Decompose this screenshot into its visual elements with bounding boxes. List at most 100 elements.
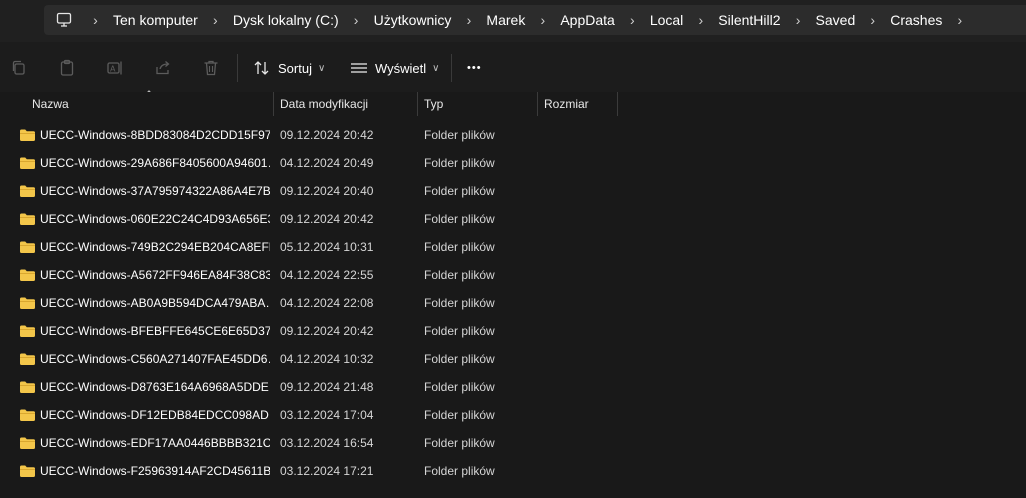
table-row[interactable]: UECC-Windows-37A795974322A86A4E7B… 09.12… [0,177,1026,205]
breadcrumb-item-crashes[interactable]: Crashes [888,12,944,28]
file-type: Folder plików [424,380,495,394]
column-header-name[interactable]: Nazwa [32,92,69,116]
chevron-right-icon[interactable]: › [352,12,361,28]
file-date: 05.12.2024 10:31 [280,240,374,254]
breadcrumb-item-dysk-c[interactable]: Dysk lokalny (C:) [231,12,341,28]
chevron-right-icon[interactable]: › [628,12,637,28]
table-row[interactable]: UECC-Windows-29A686F8405600A94601… 04.12… [0,149,1026,177]
folder-icon [20,213,35,225]
view-label: Wyświetl [375,60,427,76]
file-date: 03.12.2024 17:04 [280,408,374,422]
chevron-right-icon[interactable]: › [538,12,547,28]
chevron-right-icon[interactable]: › [868,12,877,28]
column-header-size[interactable]: Rozmiar [544,92,589,116]
copy-icon[interactable] [10,59,28,77]
table-row[interactable]: UECC-Windows-BFEBFFE645CE6E65D372… 09.12… [0,317,1026,345]
column-divider[interactable] [537,92,538,116]
file-date: 09.12.2024 20:42 [280,128,374,142]
file-date: 09.12.2024 21:48 [280,380,374,394]
file-type: Folder plików [424,212,495,226]
file-name: UECC-Windows-AB0A9B594DCA479ABA… [40,296,270,310]
paste-icon[interactable] [58,59,76,77]
breadcrumb: › Ten komputer › Dysk lokalny (C:) › Uży… [80,8,975,32]
breadcrumb-item-local[interactable]: Local [648,12,685,28]
file-name: UECC-Windows-A5672FF946EA84F38C83… [40,268,270,282]
folder-icon [20,269,35,281]
table-row[interactable]: UECC-Windows-C560A271407FAE45DD6… 04.12.… [0,345,1026,373]
file-date: 04.12.2024 20:49 [280,156,374,170]
file-name: UECC-Windows-29A686F8405600A94601… [40,156,270,170]
chevron-right-icon[interactable]: › [211,12,220,28]
folder-icon [20,409,35,421]
more-options-button[interactable]: ••• [467,55,482,81]
file-type: Folder plików [424,324,495,338]
chevron-right-icon[interactable]: › [91,12,100,28]
folder-icon [20,185,35,197]
column-divider[interactable] [417,92,418,116]
table-row[interactable]: UECC-Windows-060E22C24C4D93A656E3… 09.12… [0,205,1026,233]
column-divider[interactable] [273,92,274,116]
file-date: 03.12.2024 17:21 [280,464,374,478]
column-header-type[interactable]: Typ [424,92,443,116]
file-date: 03.12.2024 16:54 [280,436,374,450]
file-list: UECC-Windows-8BDD83084D2CDD15F97… 09.12.… [0,121,1026,485]
folder-icon [20,381,35,393]
breadcrumb-item-marek[interactable]: Marek [484,12,527,28]
chevron-right-icon[interactable]: › [696,12,705,28]
column-divider[interactable] [617,92,618,116]
file-type: Folder plików [424,352,495,366]
folder-icon [20,437,35,449]
file-name: UECC-Windows-DF12EDB84EDCC098AD… [40,408,270,422]
breadcrumb-item-ten-komputer[interactable]: Ten komputer [111,12,200,28]
folder-icon [20,297,35,309]
folder-icon [20,353,35,365]
table-row[interactable]: UECC-Windows-749B2C294EB204CA8EFF… 05.12… [0,233,1026,261]
table-row[interactable]: UECC-Windows-EDF17AA0446BBBB321C… 03.12.… [0,429,1026,457]
column-headers: Nazwa Data modyfikacji Typ Rozmiar [0,92,1026,116]
file-type: Folder plików [424,464,495,478]
command-bar: A Sortuj ∨ Wyświetl ∨ ••• [0,42,1026,92]
file-name: UECC-Windows-060E22C24C4D93A656E3… [40,212,270,226]
folder-icon [20,465,35,477]
breadcrumb-item-silenthill2[interactable]: SilentHill2 [716,12,782,28]
table-row[interactable]: UECC-Windows-DF12EDB84EDCC098AD… 03.12.2… [0,401,1026,429]
table-row[interactable]: UECC-Windows-D8763E164A6968A5DDE… 09.12.… [0,373,1026,401]
table-row[interactable]: UECC-Windows-F25963914AF2CD45611B… 03.12… [0,457,1026,485]
file-date: 04.12.2024 10:32 [280,352,374,366]
breadcrumb-item-appdata[interactable]: AppData [558,12,616,28]
share-icon[interactable] [154,59,172,77]
file-type: Folder plików [424,408,495,422]
rename-icon[interactable]: A [106,59,124,77]
folder-icon [20,157,35,169]
table-row[interactable]: UECC-Windows-8BDD83084D2CDD15F97… 09.12.… [0,121,1026,149]
view-button[interactable]: Wyświetl ∨ [350,55,440,81]
file-date: 04.12.2024 22:55 [280,268,374,282]
file-name: UECC-Windows-749B2C294EB204CA8EFF… [40,240,270,254]
file-name: UECC-Windows-EDF17AA0446BBBB321C… [40,436,270,450]
delete-icon[interactable] [202,59,220,77]
chevron-right-icon[interactable]: › [464,12,473,28]
sort-button[interactable]: Sortuj ∨ [253,55,325,81]
file-date: 09.12.2024 20:40 [280,184,374,198]
file-explorer-window: › Ten komputer › Dysk lokalny (C:) › Uży… [0,0,1026,498]
toolbar-separator [237,54,238,82]
folder-icon [20,129,35,141]
computer-icon[interactable] [56,12,72,28]
chevron-down-icon: ∨ [432,62,440,74]
breadcrumb-item-uzytkownicy[interactable]: Użytkownicy [372,12,454,28]
table-row[interactable]: UECC-Windows-A5672FF946EA84F38C83… 04.12… [0,261,1026,289]
file-name: UECC-Windows-BFEBFFE645CE6E65D372… [40,324,270,338]
folder-icon [20,241,35,253]
file-name: UECC-Windows-F25963914AF2CD45611B… [40,464,270,478]
chevron-right-icon[interactable]: › [794,12,803,28]
svg-text:A: A [110,65,116,74]
chevron-right-icon[interactable]: › [955,12,964,28]
table-row[interactable]: UECC-Windows-AB0A9B594DCA479ABA… 04.12.2… [0,289,1026,317]
breadcrumb-item-saved[interactable]: Saved [814,12,858,28]
file-type: Folder plików [424,156,495,170]
file-name: UECC-Windows-8BDD83084D2CDD15F97… [40,128,270,142]
file-type: Folder plików [424,128,495,142]
chevron-down-icon: ∨ [317,62,326,74]
address-bar: › Ten komputer › Dysk lokalny (C:) › Uży… [0,0,1026,42]
column-header-date[interactable]: Data modyfikacji [280,92,368,116]
